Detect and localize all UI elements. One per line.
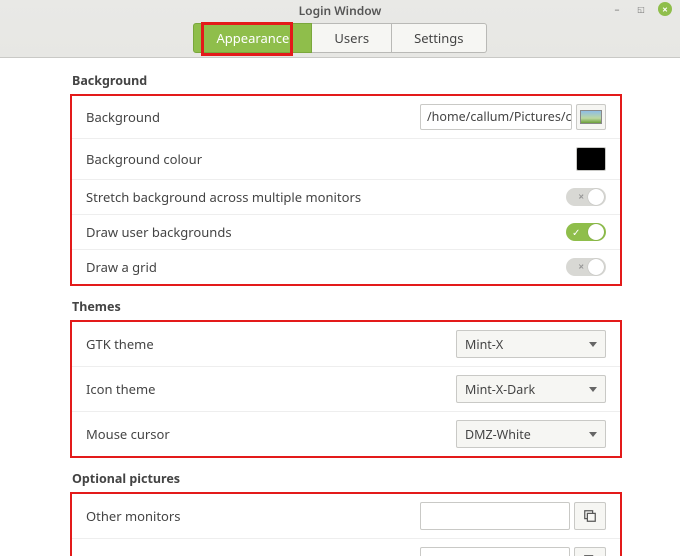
row-gtk-theme: GTK theme Mint-X xyxy=(72,322,620,366)
label-mouse-cursor: Mouse cursor xyxy=(86,425,456,443)
background-colour-swatch[interactable] xyxy=(576,147,606,171)
row-other-monitors: Other monitors xyxy=(72,494,620,538)
row-background: Background /home/callum/Pictures/ca xyxy=(72,96,620,138)
section-title-themes: Themes xyxy=(72,298,622,315)
label-draw-user-bg: Draw user backgrounds xyxy=(86,223,566,241)
panel-background: Background /home/callum/Pictures/ca Back… xyxy=(70,94,622,286)
window-title: Login Window xyxy=(0,0,680,22)
section-themes: Themes GTK theme Mint-X Icon theme xyxy=(70,298,622,458)
combo-mouse-cursor-value: DMZ-White xyxy=(465,426,589,443)
row-bottom-left: Bottom left xyxy=(72,538,620,556)
minimize-button[interactable]: – xyxy=(610,2,624,16)
row-draw-user-bg: Draw user backgrounds xyxy=(72,214,620,249)
browse-icon xyxy=(583,509,597,523)
row-icon-theme: Icon theme Mint-X-Dark xyxy=(72,366,620,411)
label-stretch: Stretch background across multiple monit… xyxy=(86,188,566,206)
label-bottom-left: Bottom left xyxy=(86,552,420,556)
combo-icon-theme[interactable]: Mint-X-Dark xyxy=(456,375,606,403)
combo-gtk-theme-value: Mint-X xyxy=(465,336,589,353)
section-optional-pictures: Optional pictures Other monitors xyxy=(70,470,622,556)
toggle-draw-grid[interactable]: × xyxy=(566,258,606,276)
chevron-down-icon xyxy=(589,432,597,437)
login-window-preferences: Login Window – ◱ × Appearance Users Sett… xyxy=(0,0,680,556)
chevron-down-icon xyxy=(589,342,597,347)
label-background-colour: Background colour xyxy=(86,150,576,168)
panel-optional: Other monitors Bottom left xyxy=(70,492,622,556)
panel-themes: GTK theme Mint-X Icon theme Mint-X-Dark xyxy=(70,320,622,458)
tab-bar: Appearance Users Settings xyxy=(0,23,680,57)
combo-mouse-cursor[interactable]: DMZ-White xyxy=(456,420,606,448)
background-path-entry[interactable]: /home/callum/Pictures/ca xyxy=(420,104,572,130)
combo-icon-theme-value: Mint-X-Dark xyxy=(465,381,589,398)
row-mouse-cursor: Mouse cursor DMZ-White xyxy=(72,411,620,456)
browse-bottom-left-button[interactable] xyxy=(574,547,606,556)
browse-other-monitors-button[interactable] xyxy=(574,502,606,530)
background-chooser-button[interactable] xyxy=(576,104,606,130)
entry-bottom-left[interactable] xyxy=(420,547,570,556)
wallpaper-thumbnail-icon xyxy=(580,110,602,124)
row-draw-grid: Draw a grid × xyxy=(72,249,620,284)
section-background: Background Background /home/callum/Pictu… xyxy=(70,72,622,286)
section-title-background: Background xyxy=(72,72,622,89)
section-title-optional: Optional pictures xyxy=(72,470,622,487)
row-background-colour: Background colour xyxy=(72,138,620,179)
combo-gtk-theme[interactable]: Mint-X xyxy=(456,330,606,358)
tab-appearance[interactable]: Appearance xyxy=(193,23,312,53)
tab-settings[interactable]: Settings xyxy=(392,23,486,53)
chevron-down-icon xyxy=(589,387,597,392)
label-icon-theme: Icon theme xyxy=(86,380,456,398)
toggle-stretch[interactable]: × xyxy=(566,188,606,206)
window-controls: – ◱ × xyxy=(610,2,672,16)
label-background: Background xyxy=(86,108,420,126)
toggle-draw-user-bg[interactable] xyxy=(566,223,606,241)
tab-users[interactable]: Users xyxy=(312,23,392,53)
close-button[interactable]: × xyxy=(658,2,672,16)
label-other-monitors: Other monitors xyxy=(86,507,420,525)
content-area: Background Background /home/callum/Pictu… xyxy=(0,58,680,556)
row-stretch: Stretch background across multiple monit… xyxy=(72,179,620,214)
label-draw-grid: Draw a grid xyxy=(86,258,566,276)
maximize-button[interactable]: ◱ xyxy=(634,2,648,16)
entry-other-monitors[interactable] xyxy=(420,502,570,530)
label-gtk-theme: GTK theme xyxy=(86,335,456,353)
header-bar: Login Window – ◱ × Appearance Users Sett… xyxy=(0,0,680,58)
